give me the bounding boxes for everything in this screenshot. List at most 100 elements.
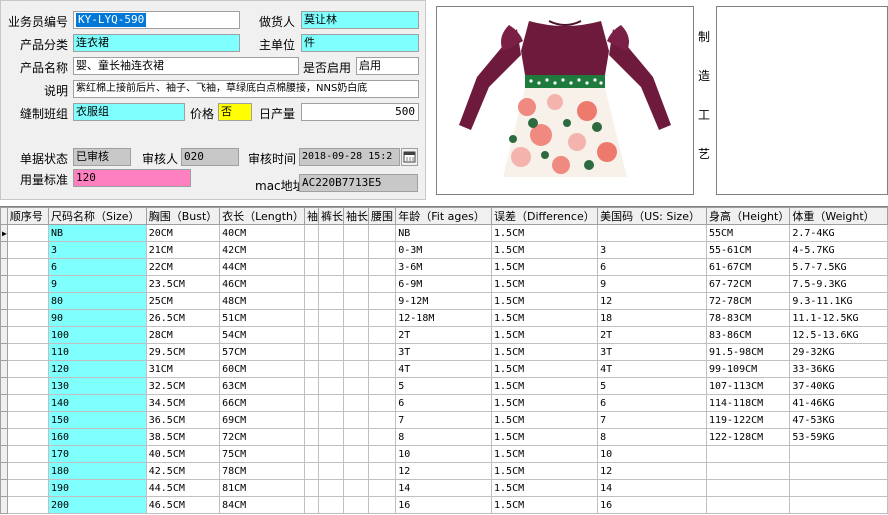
cell-us-size[interactable]: 12 — [597, 292, 707, 310]
cell-seq-no[interactable] — [6, 292, 49, 310]
cell-sleeve-length[interactable] — [343, 326, 370, 344]
cell-us-size[interactable]: 16 — [597, 496, 707, 514]
cell-us-size[interactable]: 18 — [597, 309, 707, 327]
cell-pants-length[interactable] — [318, 275, 345, 293]
cell-pants-length[interactable] — [318, 224, 345, 242]
craft-panel[interactable] — [716, 6, 888, 195]
cell-pants-length[interactable] — [318, 343, 345, 361]
cell-seq-no[interactable] — [6, 309, 49, 327]
cell-seq-no[interactable] — [6, 224, 49, 242]
header-difference[interactable]: 误差（Difference） — [491, 207, 599, 225]
cell-weight[interactable]: 5.7-7.5KG — [789, 258, 888, 276]
cell-size-name[interactable]: 130 — [47, 377, 147, 395]
header-fit-ages[interactable]: 年龄（Fit ages） — [395, 207, 493, 225]
header-pants-length[interactable]: 裤长 — [318, 207, 345, 225]
cell-sleeve-length[interactable] — [343, 479, 370, 497]
table-row[interactable]: 9 23.5CM 46CM 6-9M 1.5CM 9 67-72CM 7.5-9.3KG — [0, 275, 888, 293]
table-row[interactable]: 180 42.5CM 78CM 12 1.5CM 12 — [0, 462, 888, 480]
cell-bust[interactable]: 36.5CM — [145, 411, 221, 429]
cell-height[interactable]: 61-67CM — [705, 258, 791, 276]
cell-size-name[interactable]: 150 — [47, 411, 147, 429]
cell-length[interactable]: 66CM — [219, 394, 306, 412]
table-row[interactable]: 150 36.5CM 69CM 7 1.5CM 7 119-122CM 47-53KG — [0, 411, 888, 429]
cell-sleeve[interactable] — [304, 411, 320, 429]
cell-weight[interactable] — [789, 445, 888, 463]
cell-waist[interactable] — [368, 275, 397, 293]
cell-us-size[interactable]: 9 — [597, 275, 707, 293]
cell-size-name[interactable]: 100 — [47, 326, 147, 344]
cell-fit-ages[interactable]: 16 — [395, 496, 493, 514]
cell-length[interactable]: 57CM — [219, 343, 306, 361]
table-row[interactable]: 160 38.5CM 72CM 8 1.5CM 8 122-128CM 53-59KG — [0, 428, 888, 446]
price-field[interactable]: 否 — [218, 103, 252, 121]
table-row[interactable]: 6 22CM 44CM 3-6M 1.5CM 6 61-67CM 5.7-7.5KG — [0, 258, 888, 276]
header-bust[interactable]: 胸围（Bust） — [145, 207, 221, 225]
row-indicator[interactable] — [0, 360, 8, 378]
cell-height[interactable] — [705, 445, 791, 463]
cell-height[interactable] — [705, 462, 791, 480]
cell-weight[interactable]: 12.5-13.6KG — [789, 326, 888, 344]
cell-weight[interactable]: 11.1-12.5KG — [789, 309, 888, 327]
row-pointer-icon[interactable]: ▶ — [0, 224, 8, 242]
cell-waist[interactable] — [368, 496, 397, 514]
cell-length[interactable]: 51CM — [219, 309, 306, 327]
cell-height[interactable]: 72-78CM — [705, 292, 791, 310]
cell-weight[interactable]: 7.5-9.3KG — [789, 275, 888, 293]
cell-seq-no[interactable] — [6, 445, 49, 463]
cell-length[interactable]: 75CM — [219, 445, 306, 463]
cell-length[interactable]: 44CM — [219, 258, 306, 276]
cell-size-name[interactable]: 160 — [47, 428, 147, 446]
cell-pants-length[interactable] — [318, 496, 345, 514]
cell-difference[interactable]: 1.5CM — [491, 326, 599, 344]
cell-waist[interactable] — [368, 241, 397, 259]
cell-waist[interactable] — [368, 377, 397, 395]
cell-difference[interactable]: 1.5CM — [491, 224, 599, 242]
product-name-field[interactable]: 婴、童长袖连衣裙 — [73, 57, 299, 75]
header-waist[interactable]: 腰围 — [368, 207, 397, 225]
cell-length[interactable]: 42CM — [219, 241, 306, 259]
cell-seq-no[interactable] — [6, 496, 49, 514]
cell-us-size[interactable]: 14 — [597, 479, 707, 497]
cell-seq-no[interactable] — [6, 275, 49, 293]
cell-height[interactable] — [705, 479, 791, 497]
cell-bust[interactable]: 23.5CM — [145, 275, 221, 293]
cell-difference[interactable]: 1.5CM — [491, 360, 599, 378]
header-sleeve-length[interactable]: 袖长 — [343, 207, 370, 225]
cell-bust[interactable]: 28CM — [145, 326, 221, 344]
cell-seq-no[interactable] — [6, 479, 49, 497]
cell-bust[interactable]: 25CM — [145, 292, 221, 310]
cell-pants-length[interactable] — [318, 445, 345, 463]
header-weight[interactable]: 体重（Weight） — [789, 207, 888, 225]
supplier-field[interactable]: 莫让林 — [301, 11, 419, 29]
cell-pants-length[interactable] — [318, 411, 345, 429]
header-size-name[interactable]: 尺码名称（Size） — [47, 207, 147, 225]
cell-weight[interactable]: 4-5.7KG — [789, 241, 888, 259]
cell-height[interactable]: 83-86CM — [705, 326, 791, 344]
cell-waist[interactable] — [368, 258, 397, 276]
cell-size-name[interactable]: 170 — [47, 445, 147, 463]
cell-waist[interactable] — [368, 462, 397, 480]
cell-difference[interactable]: 1.5CM — [491, 343, 599, 361]
cell-sleeve[interactable] — [304, 241, 320, 259]
cell-us-size[interactable]: 7 — [597, 411, 707, 429]
cell-pants-length[interactable] — [318, 326, 345, 344]
cell-fit-ages[interactable]: 0-3M — [395, 241, 493, 259]
table-row[interactable]: 3 21CM 42CM 0-3M 1.5CM 3 55-61CM 4-5.7KG — [0, 241, 888, 259]
cell-height[interactable]: 122-128CM — [705, 428, 791, 446]
cell-size-name[interactable]: 200 — [47, 496, 147, 514]
cell-seq-no[interactable] — [6, 258, 49, 276]
cell-length[interactable]: 40CM — [219, 224, 306, 242]
cell-bust[interactable]: 21CM — [145, 241, 221, 259]
cell-difference[interactable]: 1.5CM — [491, 479, 599, 497]
cell-pants-length[interactable] — [318, 309, 345, 327]
row-indicator[interactable] — [0, 377, 8, 395]
row-indicator[interactable] — [0, 343, 8, 361]
cell-sleeve[interactable] — [304, 292, 320, 310]
cell-length[interactable]: 54CM — [219, 326, 306, 344]
cell-waist[interactable] — [368, 292, 397, 310]
cell-fit-ages[interactable]: 7 — [395, 411, 493, 429]
cell-size-name[interactable]: NB — [47, 224, 147, 242]
cell-sleeve-length[interactable] — [343, 258, 370, 276]
cell-length[interactable]: 63CM — [219, 377, 306, 395]
cell-difference[interactable]: 1.5CM — [491, 496, 599, 514]
